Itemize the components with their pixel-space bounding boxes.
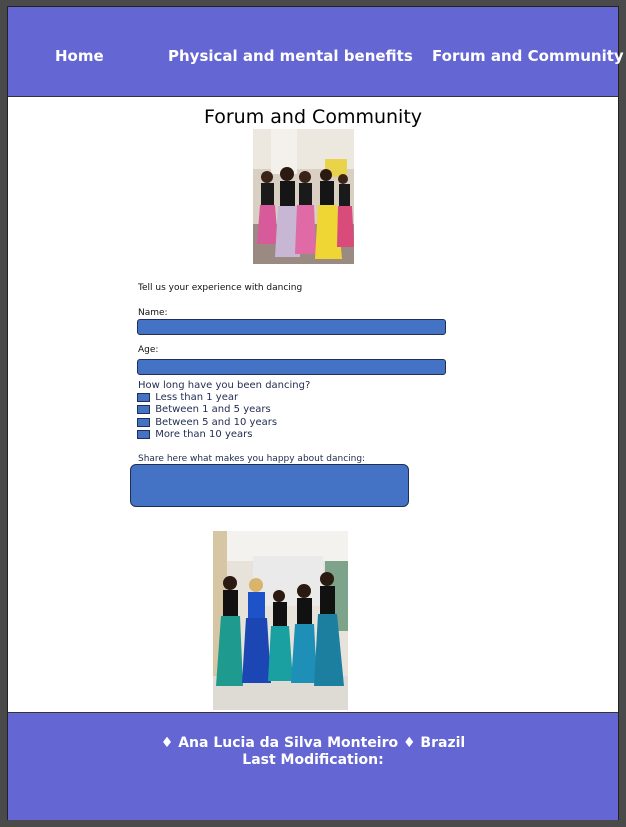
name-field[interactable] <box>137 319 446 335</box>
footer: ♦ Ana Lucia da Silva Monteiro ♦ Brazil L… <box>8 712 618 820</box>
nav-home-link[interactable]: Home <box>55 47 104 65</box>
form-intro-text: Tell us your experience with dancing <box>138 283 303 293</box>
share-label: Share here what makes you happy about da… <box>138 454 366 464</box>
option-checkbox[interactable] <box>137 417 150 427</box>
dancers-group-photo <box>253 129 354 264</box>
option-label: Between 5 and 10 years <box>155 417 278 428</box>
navigation-bar: Home Physical and mental benefits Forum … <box>8 7 624 97</box>
nav-forum-link[interactable]: Forum and Community <box>432 47 624 65</box>
share-textarea[interactable] <box>130 464 409 507</box>
option-5-to-10-years[interactable]: Between 5 and 10 years <box>137 417 277 428</box>
option-label: Less than 1 year <box>155 392 239 403</box>
footer-author-line: ♦ Ana Lucia da Silva Monteiro ♦ Brazil <box>160 735 466 751</box>
option-checkbox[interactable] <box>137 429 150 439</box>
page-frame: Home Physical and mental benefits Forum … <box>7 6 624 820</box>
age-field[interactable] <box>137 359 446 375</box>
option-more-than-10-years[interactable]: More than 10 years <box>137 429 252 440</box>
age-label: Age: <box>138 345 159 355</box>
name-label: Name: <box>138 308 168 318</box>
page-title: Forum and Community <box>203 106 423 128</box>
option-label: More than 10 years <box>155 429 253 440</box>
option-less-than-1-year[interactable]: Less than 1 year <box>137 392 238 403</box>
option-label: Between 1 and 5 years <box>155 404 271 415</box>
dancers-blue-costumes-photo <box>213 531 348 710</box>
duration-question: How long have you been dancing? <box>138 380 311 391</box>
option-checkbox[interactable] <box>137 404 150 414</box>
nav-benefits-link[interactable]: Physical and mental benefits <box>168 47 413 65</box>
option-checkbox[interactable] <box>137 392 150 402</box>
footer-last-modification: Last Modification: <box>242 752 384 768</box>
option-1-to-5-years[interactable]: Between 1 and 5 years <box>137 404 271 415</box>
